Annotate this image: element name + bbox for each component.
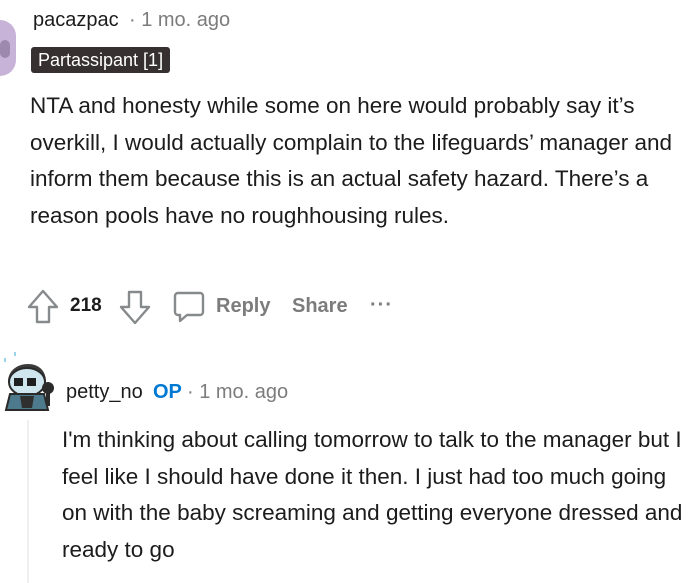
comment-timestamp[interactable]: · 1 mo. ago [187,381,288,404]
comment-text: NTA and honesty while some on here would… [30,93,673,228]
op-badge: OP [153,381,182,403]
comment-timestamp[interactable]: · 1 mo. ago [129,9,230,32]
thread-line[interactable] [27,420,29,583]
comment-body: I'm thinking about calling tomorrow to t… [62,427,683,562]
more-icon[interactable]: ··· [370,294,393,317]
comment-author[interactable]: petty_no [66,381,143,404]
snoo-avatar-icon [4,352,54,411]
comment-body: NTA and honesty while some on here would… [30,88,690,234]
user-flair: Partassipant [1] [31,47,171,73]
upvote-button[interactable] [26,288,60,326]
share-button[interactable]: Share [292,295,348,318]
comment-icon [173,291,205,323]
vote-score: 218 [70,295,102,316]
avatar[interactable] [0,20,16,76]
avatar[interactable] [0,352,58,412]
reply-label[interactable]: Reply [216,295,270,318]
upvote-icon [27,289,59,324]
comment-action-bar: 218 Reply Share ··· [26,288,426,326]
reply-button[interactable] [172,290,206,324]
downvote-button[interactable] [118,288,152,326]
downvote-icon [119,290,151,325]
comment-author[interactable]: pacazpac [33,9,119,32]
